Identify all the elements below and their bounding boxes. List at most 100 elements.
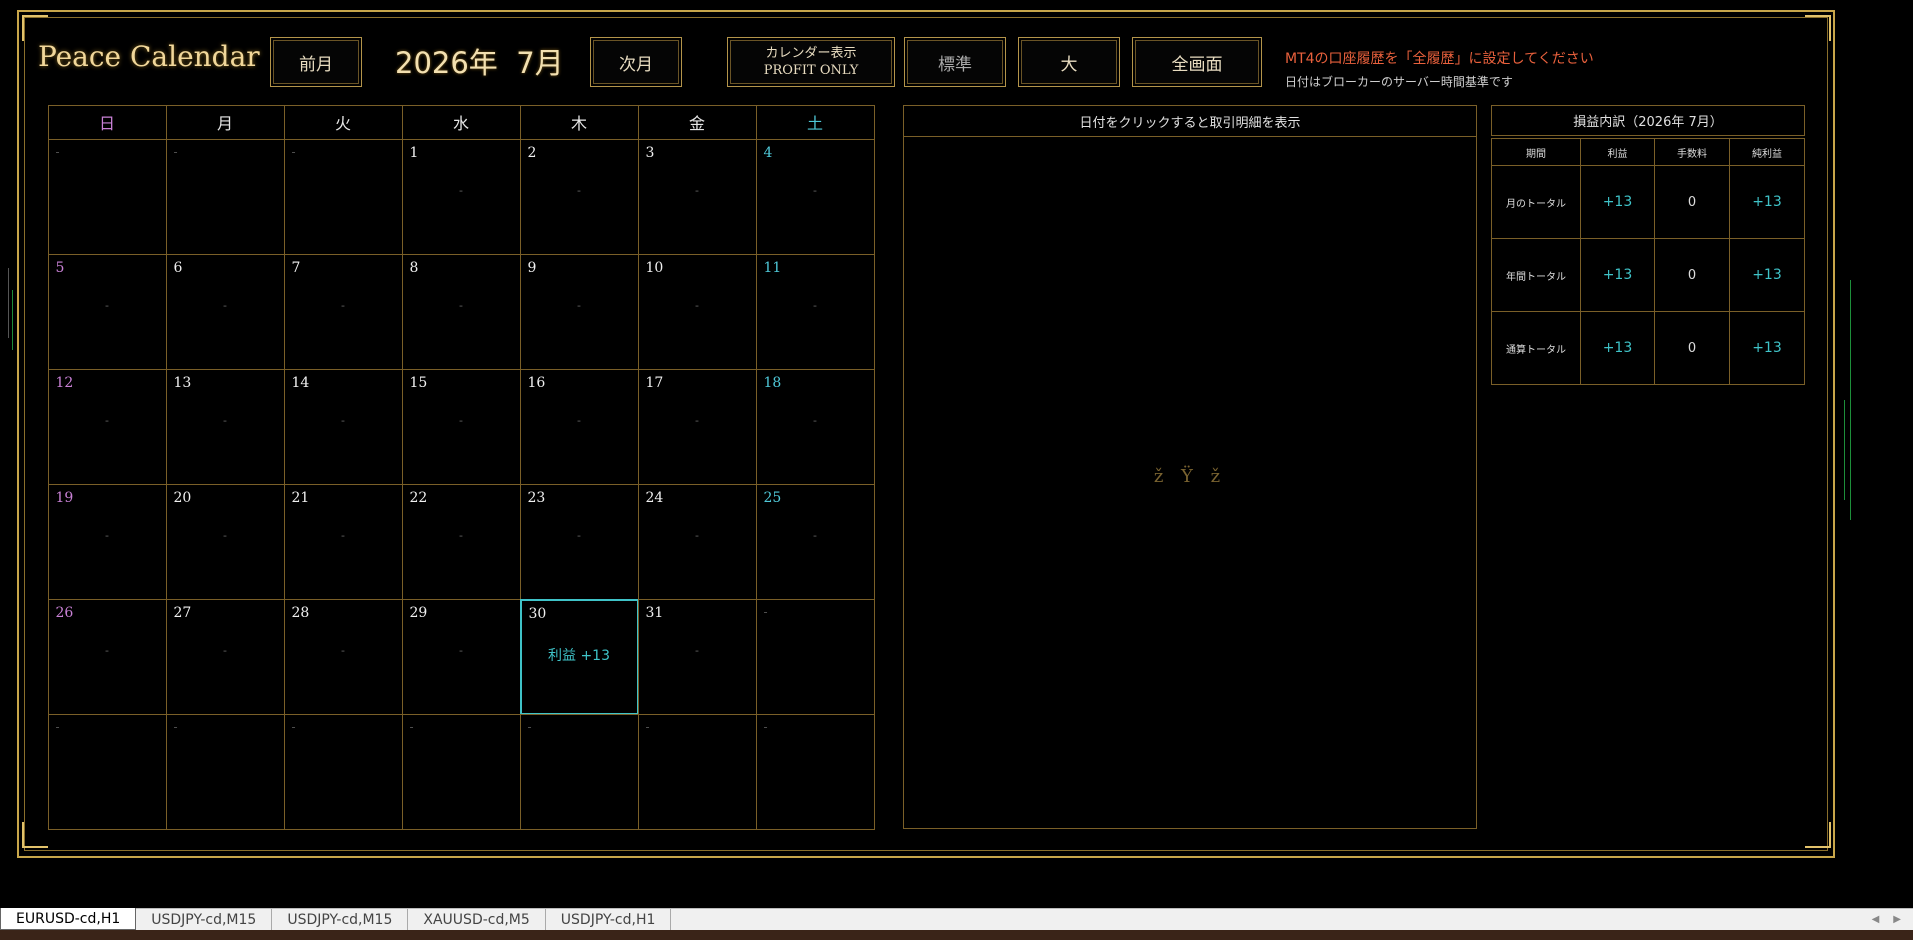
day-profit-value: - <box>813 183 817 197</box>
calendar-day[interactable]: 21 - <box>283 483 403 600</box>
calendar-display-mode-button[interactable]: カレンダー表示 PROFIT ONLY <box>727 37 895 87</box>
calendar-day[interactable]: 12 - <box>47 368 167 485</box>
day-profit-value: - <box>813 298 817 312</box>
calendar-day[interactable]: 22 - <box>401 483 521 600</box>
day-number: - <box>55 144 60 159</box>
day-number: 3 <box>645 144 655 161</box>
calendar-day[interactable]: 6- <box>165 253 285 370</box>
calendar-day-empty: - <box>637 713 757 830</box>
calendar-day[interactable]: 29 - <box>401 598 521 715</box>
prev-month-button[interactable]: 前月 <box>270 37 362 87</box>
day-profit-value: - <box>341 413 345 427</box>
summary-row-label: 月のトータル <box>1491 165 1581 239</box>
day-number: 11 <box>763 259 782 276</box>
chart-remnant-left <box>8 268 9 338</box>
size-standard-button[interactable]: 標準 <box>904 37 1006 87</box>
day-profit-value: - <box>105 298 109 312</box>
calendar-day[interactable]: 20 - <box>165 483 285 600</box>
chart-tab[interactable]: XAUUSD-cd,M5 <box>408 909 546 930</box>
summary-fee-value: 0 <box>1653 311 1730 385</box>
day-number: 24 <box>645 489 664 506</box>
calendar-day-empty: - <box>755 713 875 830</box>
day-number: 6 <box>173 259 183 276</box>
weekday-label: 日 <box>47 104 167 140</box>
day-profit-value: - <box>695 298 699 312</box>
summary-row-label: 通算トータル <box>1491 311 1581 385</box>
chart-tab[interactable]: EURUSD-cd,H1 <box>0 908 137 930</box>
calendar-day[interactable]: 7- <box>283 253 403 370</box>
day-number: 27 <box>173 604 192 621</box>
day-number: 15 <box>409 374 428 391</box>
day-number: 18 <box>763 374 782 391</box>
day-number: - <box>291 719 296 734</box>
chart-tab[interactable]: USDJPY-cd,M15 <box>272 909 409 930</box>
day-number: 4 <box>763 144 773 161</box>
calendar: 日月火水木金土 - - -1-2-3-4-5-6-7-8-9-10-11-12-13… <box>47 104 875 830</box>
day-profit-value: - <box>223 413 227 427</box>
calendar-day[interactable]: 19 - <box>47 483 167 600</box>
calendar-day[interactable]: 3- <box>637 138 757 255</box>
day-number: 23 <box>527 489 546 506</box>
month-title: 2026年 7月 <box>395 46 564 80</box>
summary-row-month: 月のトータル +13 0 +13 <box>1491 165 1806 239</box>
day-number: 9 <box>527 259 537 276</box>
summary-net-value: +13 <box>1728 238 1806 312</box>
calendar-day[interactable]: 13 - <box>165 368 285 485</box>
day-number: 5 <box>55 259 65 276</box>
weekday-header: 日月火水木金土 <box>47 104 875 140</box>
calendar-day[interactable]: 9- <box>519 253 639 370</box>
calendar-day[interactable]: 18 - <box>755 368 875 485</box>
calendar-day[interactable]: 2- <box>519 138 639 255</box>
calendar-day[interactable]: 31 - <box>637 598 757 715</box>
calendar-day[interactable]: 5- <box>47 253 167 370</box>
calendar-day[interactable]: 30 利益 +13 <box>519 598 639 715</box>
chart-tab[interactable]: USDJPY-cd,H1 <box>546 909 672 930</box>
chart-tab[interactable]: USDJPY-cd,M15 <box>136 909 273 930</box>
day-profit-value: - <box>459 643 463 657</box>
day-profit-value: - <box>341 643 345 657</box>
day-number: - <box>55 719 60 734</box>
frame-corner-ornament <box>22 822 48 848</box>
calendar-day[interactable]: 25 - <box>755 483 875 600</box>
calendar-day[interactable]: 27 - <box>165 598 285 715</box>
tab-scroll-right-icon[interactable]: ▶ <box>1893 914 1901 925</box>
calendar-day[interactable]: 8- <box>401 253 521 370</box>
day-profit-value: - <box>341 528 345 542</box>
calendar-day[interactable]: 15 - <box>401 368 521 485</box>
calendar-day[interactable]: 14 - <box>283 368 403 485</box>
day-profit-value: - <box>105 528 109 542</box>
weekday-label: 金 <box>637 104 757 140</box>
next-month-button[interactable]: 次月 <box>590 37 682 87</box>
calendar-day[interactable]: 1- <box>401 138 521 255</box>
day-number: - <box>763 719 768 734</box>
calendar-day[interactable]: 24 - <box>637 483 757 600</box>
day-number: 29 <box>409 604 428 621</box>
day-number: 22 <box>409 489 428 506</box>
day-profit-value: - <box>695 183 699 197</box>
calendar-day-empty: - <box>165 713 285 830</box>
calendar-day[interactable]: 4- <box>755 138 875 255</box>
calendar-day[interactable]: 26 - <box>47 598 167 715</box>
weekday-label: 月 <box>165 104 285 140</box>
calendar-day[interactable]: 11 - <box>755 253 875 370</box>
day-profit-value: - <box>695 643 699 657</box>
calendar-day-empty: - <box>283 138 403 255</box>
fullscreen-button[interactable]: 全画面 <box>1132 37 1262 87</box>
display-mode-label: カレンダー表示 <box>765 46 857 61</box>
calendar-day[interactable]: 23 - <box>519 483 639 600</box>
size-large-button[interactable]: 大 <box>1018 37 1120 87</box>
calendar-grid: - - -1-2-3-4-5-6-7-8-9-10-11-12-13-14-15-1… <box>47 138 875 830</box>
profit-summary-title: 損益内訳（2026年 7月） <box>1491 105 1805 136</box>
summary-net-value: +13 <box>1728 165 1806 239</box>
day-number: 25 <box>763 489 782 506</box>
summary-fee-value: 0 <box>1653 238 1730 312</box>
calendar-day[interactable]: 28 - <box>283 598 403 715</box>
calendar-day[interactable]: 16 - <box>519 368 639 485</box>
day-profit-value: - <box>459 298 463 312</box>
day-profit-value: - <box>577 413 581 427</box>
calendar-day[interactable]: 10 - <box>637 253 757 370</box>
summary-col-fee: 手数料 <box>1653 138 1730 166</box>
tab-scroll-left-icon[interactable]: ◀ <box>1872 914 1880 925</box>
calendar-day[interactable]: 17 - <box>637 368 757 485</box>
day-number: 7 <box>291 259 301 276</box>
